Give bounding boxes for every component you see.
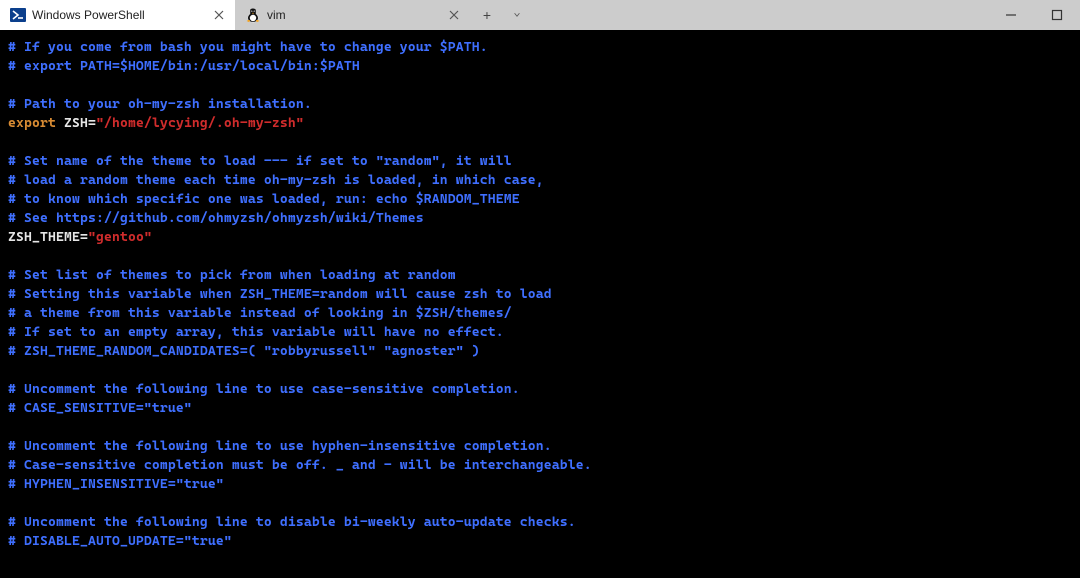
- code-line: # Uncomment the following line to use ca…: [8, 380, 1072, 399]
- code-line: [8, 418, 1072, 437]
- minimize-button[interactable]: [988, 0, 1034, 30]
- tabbar-controls: +: [470, 0, 534, 30]
- code-line: # Set list of themes to pick from when l…: [8, 266, 1072, 285]
- code-line: # Path to your oh-my-zsh installation.: [8, 95, 1072, 114]
- code-line: # See https://github.com/ohmyzsh/ohmyzsh…: [8, 209, 1072, 228]
- code-line: [8, 494, 1072, 513]
- powershell-icon: [10, 7, 26, 23]
- tab-dropdown-button[interactable]: [506, 4, 528, 26]
- tab-vim[interactable]: vim: [235, 0, 470, 30]
- new-tab-button[interactable]: +: [476, 4, 498, 26]
- tab-label: vim: [267, 8, 440, 22]
- code-line: # HYPHEN_INSENSITIVE="true": [8, 475, 1072, 494]
- tab-label: Windows PowerShell: [32, 8, 205, 22]
- code-line: # Uncomment the following line to use hy…: [8, 437, 1072, 456]
- window-controls: [988, 0, 1080, 30]
- code-line: # export PATH=$HOME/bin:/usr/local/bin:$…: [8, 57, 1072, 76]
- code-line: # load a random theme each time oh-my-zs…: [8, 171, 1072, 190]
- code-line: # a theme from this variable instead of …: [8, 304, 1072, 323]
- code-line: ZSH_THEME="gentoo": [8, 228, 1072, 247]
- code-line: # CASE_SENSITIVE="true": [8, 399, 1072, 418]
- code-line: [8, 361, 1072, 380]
- code-line: # Case-sensitive completion must be off.…: [8, 456, 1072, 475]
- code-line: # Setting this variable when ZSH_THEME=r…: [8, 285, 1072, 304]
- close-icon[interactable]: [211, 7, 227, 23]
- code-line: # ZSH_THEME_RANDOM_CANDIDATES=( "robbyru…: [8, 342, 1072, 361]
- titlebar: Windows PowerShell vim: [0, 0, 1080, 30]
- close-icon[interactable]: [446, 7, 462, 23]
- terminal-editor[interactable]: # If you come from bash you might have t…: [0, 30, 1080, 559]
- code-line: # DISABLE_AUTO_UPDATE="true": [8, 532, 1072, 551]
- tux-icon: [245, 7, 261, 23]
- code-line: [8, 247, 1072, 266]
- code-line: [8, 76, 1072, 95]
- code-line: # Set name of the theme to load --- if s…: [8, 152, 1072, 171]
- code-line: [8, 133, 1072, 152]
- code-line: # If you come from bash you might have t…: [8, 38, 1072, 57]
- code-line: # Uncomment the following line to disabl…: [8, 513, 1072, 532]
- code-line: # If set to an empty array, this variabl…: [8, 323, 1072, 342]
- code-line: # to know which specific one was loaded,…: [8, 190, 1072, 209]
- maximize-button[interactable]: [1034, 0, 1080, 30]
- tab-powershell[interactable]: Windows PowerShell: [0, 0, 235, 30]
- code-line: export ZSH="/home/lycying/.oh-my-zsh": [8, 114, 1072, 133]
